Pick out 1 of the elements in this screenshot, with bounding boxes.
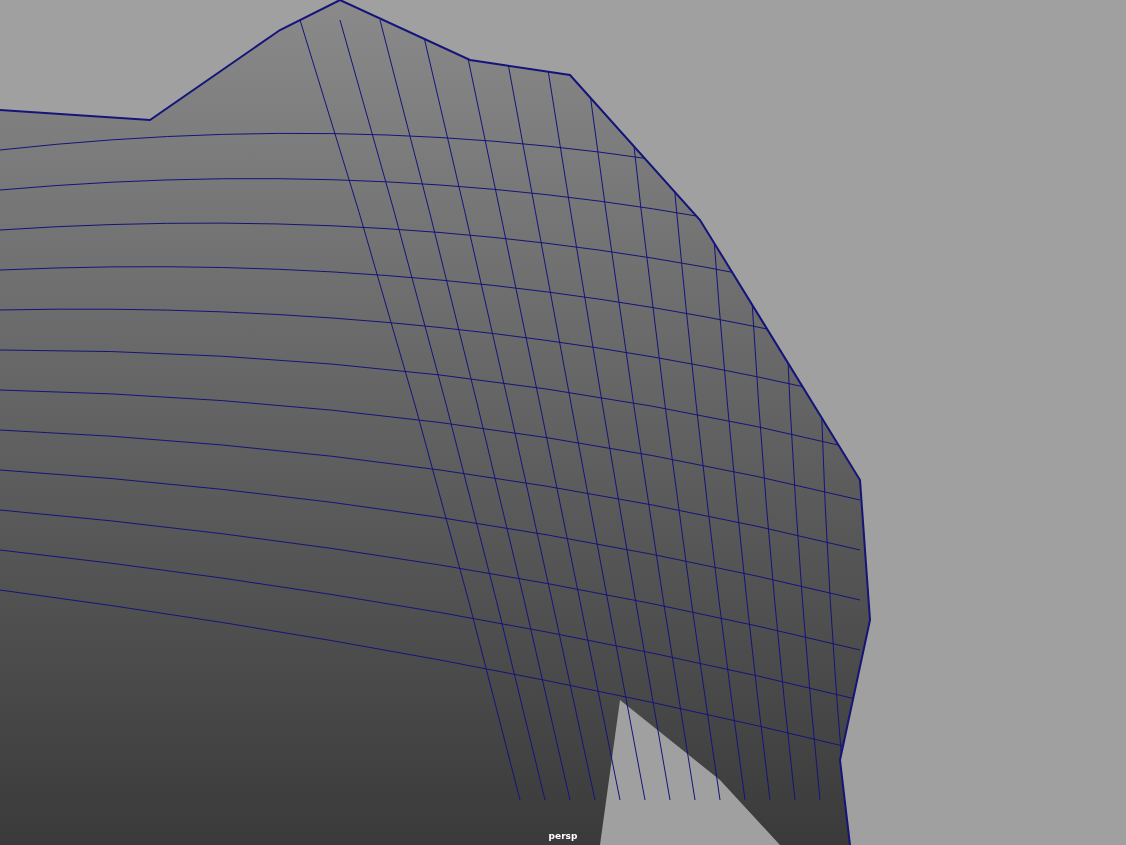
camera-label: persp bbox=[548, 831, 578, 843]
